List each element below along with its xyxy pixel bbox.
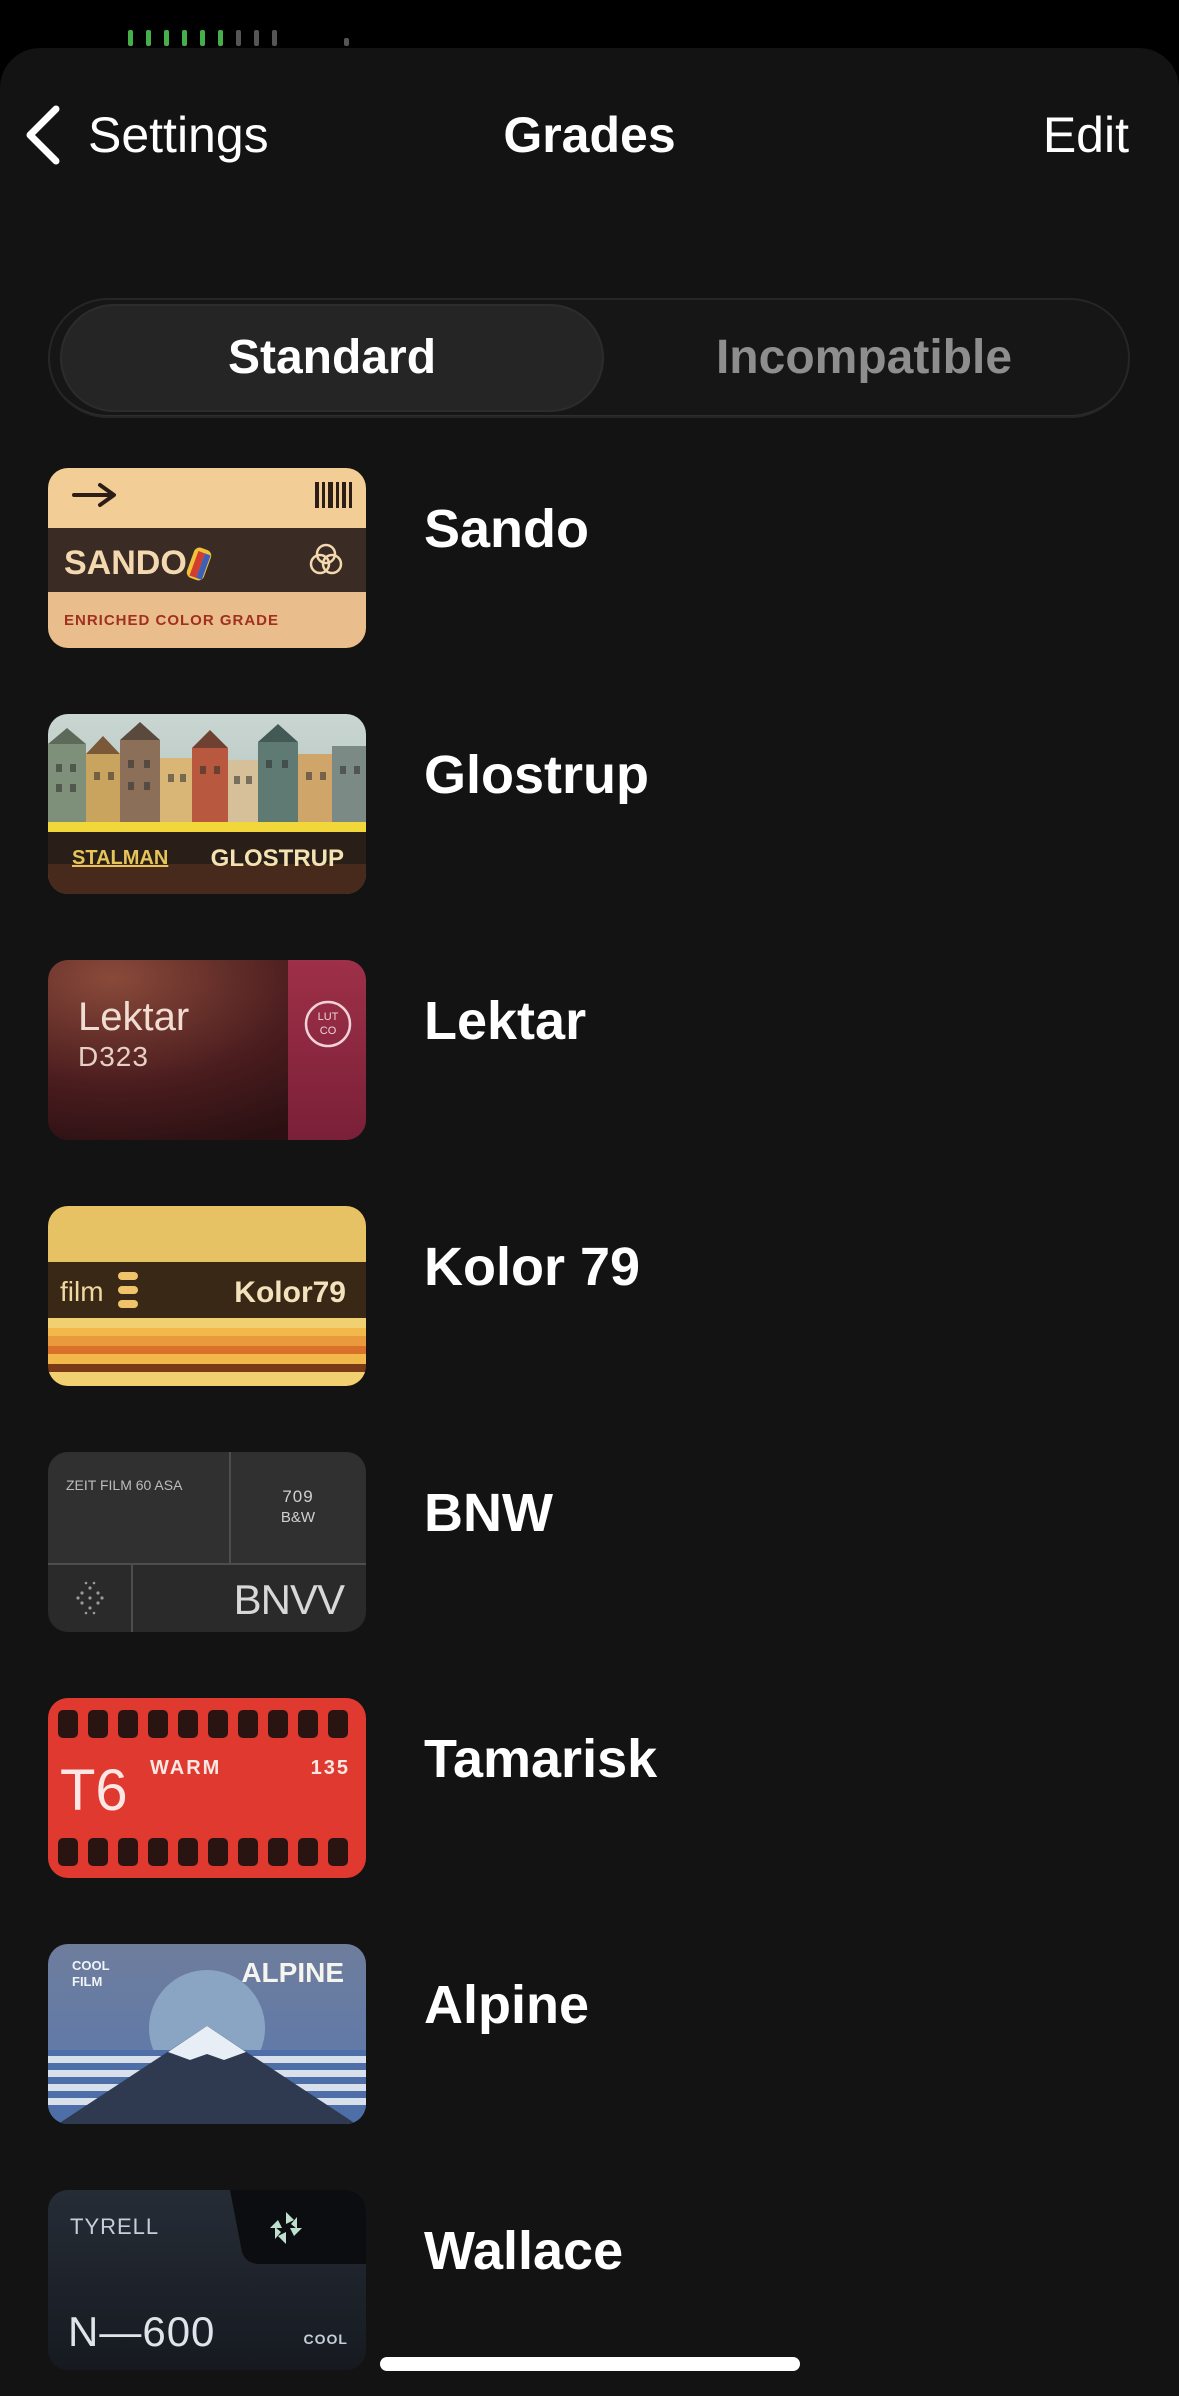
card-left-label: film <box>60 1276 104 1307</box>
grade-thumbnail: T6 WARM 135 <box>48 1698 366 1878</box>
signal-bar <box>254 30 259 46</box>
grade-name: Lektar <box>424 991 587 1051</box>
back-button-label: Settings <box>88 107 269 163</box>
signal-bar <box>236 30 241 46</box>
stripes-icon <box>118 1272 138 1308</box>
svg-text:LUT: LUT <box>318 1011 339 1023</box>
grade-name: Tamarisk <box>424 1729 658 1789</box>
card-title: Lektar <box>78 995 189 1039</box>
card-right-label: ALPINE <box>241 1957 344 1988</box>
card-tag: COOL <box>304 2331 348 2347</box>
card-right-label: GLOSTRUP <box>211 845 344 872</box>
card-tag: WARM <box>150 1757 221 1779</box>
signal-bar <box>200 30 205 46</box>
card-title: BNVV <box>234 1576 345 1623</box>
svg-text:COOL: COOL <box>72 1958 110 1973</box>
signal-bar <box>182 30 187 46</box>
signal-bar <box>218 30 223 46</box>
grade-row-glostrup[interactable]: STALMAN GLOSTRUP Glostrup <box>0 714 1179 894</box>
card-title: SANDO <box>64 544 187 582</box>
chevron-left-icon <box>26 105 60 165</box>
card-subtitle: D323 <box>78 1041 149 1072</box>
grade-thumbnail: film Kolor79 <box>48 1206 366 1386</box>
grade-thumbnail: SANDO ENRICHED COLOR GRADE <box>48 468 366 648</box>
grade-thumbnail: Lektar D323 LUT CO <box>48 960 366 1140</box>
svg-text:709: 709 <box>282 1487 313 1506</box>
card-top-label: TYRELL <box>70 2214 159 2239</box>
grade-thumbnail: TYRELL N—600 COOL <box>48 2190 366 2370</box>
status-bar <box>0 0 1179 48</box>
aperture-icon <box>268 2210 304 2246</box>
signal-bar <box>272 30 277 46</box>
grade-row-lektar[interactable]: Lektar D323 LUT CO Lektar <box>0 960 1179 1140</box>
grade-thumbnail: STALMAN GLOSTRUP <box>48 714 366 894</box>
signal-bar <box>164 30 169 46</box>
card-left-label: STALMAN <box>72 847 168 869</box>
grade-row-bnw[interactable]: ZEIT FILM 60 ASA 709 B&W BNVV BNW <box>0 1452 1179 1632</box>
grade-thumbnail: ZEIT FILM 60 ASA 709 B&W BNVV <box>48 1452 366 1632</box>
card-number: 135 <box>311 1757 350 1779</box>
grade-row-sando[interactable]: SANDO ENRICHED COLOR GRADE Sando <box>0 468 1179 648</box>
back-button[interactable]: Settings <box>22 100 269 170</box>
segment-incompatible[interactable]: Incompatible <box>608 306 1120 410</box>
grade-row-alpine[interactable]: COOL FILM ALPINE Alpine <box>0 1944 1179 2124</box>
settings-sheet: Settings Grades Edit Standard Incompatib… <box>0 48 1179 2396</box>
grade-row-wallace[interactable]: TYRELL N—600 COOL Wallace <box>0 2190 1179 2370</box>
grade-name: Kolor 79 <box>424 1237 641 1297</box>
svg-text:B&W: B&W <box>281 1509 316 1526</box>
signal-bar <box>344 38 349 46</box>
grade-name: Glostrup <box>424 745 649 805</box>
card-right-label: Kolor79 <box>234 1276 346 1309</box>
grade-name: Wallace <box>424 2221 624 2281</box>
grade-name: BNW <box>424 1483 553 1543</box>
grade-name: Sando <box>424 499 590 559</box>
signal-bar <box>146 30 151 46</box>
card-title: T6 <box>60 1758 128 1823</box>
edit-button[interactable]: Edit <box>1043 100 1129 170</box>
svg-text:FILM: FILM <box>72 1974 102 1989</box>
signal-bar <box>128 30 133 46</box>
segmented-control: Standard Incompatible <box>48 298 1130 418</box>
home-indicator[interactable] <box>380 2357 800 2371</box>
card-subtitle: ENRICHED COLOR GRADE <box>64 612 279 629</box>
svg-text:CO: CO <box>320 1025 337 1037</box>
segment-standard[interactable]: Standard <box>62 306 602 410</box>
grade-thumbnail: COOL FILM ALPINE <box>48 1944 366 2124</box>
card-top-left-label: ZEIT FILM 60 ASA <box>66 1477 183 1493</box>
grade-row-tamarisk[interactable]: T6 WARM 135 Tamarisk <box>0 1698 1179 1878</box>
grade-name: Alpine <box>424 1975 590 2035</box>
card-title: N—600 <box>68 2308 215 2355</box>
grade-row-kolor79[interactable]: film Kolor79 Kolor 79 <box>0 1206 1179 1386</box>
